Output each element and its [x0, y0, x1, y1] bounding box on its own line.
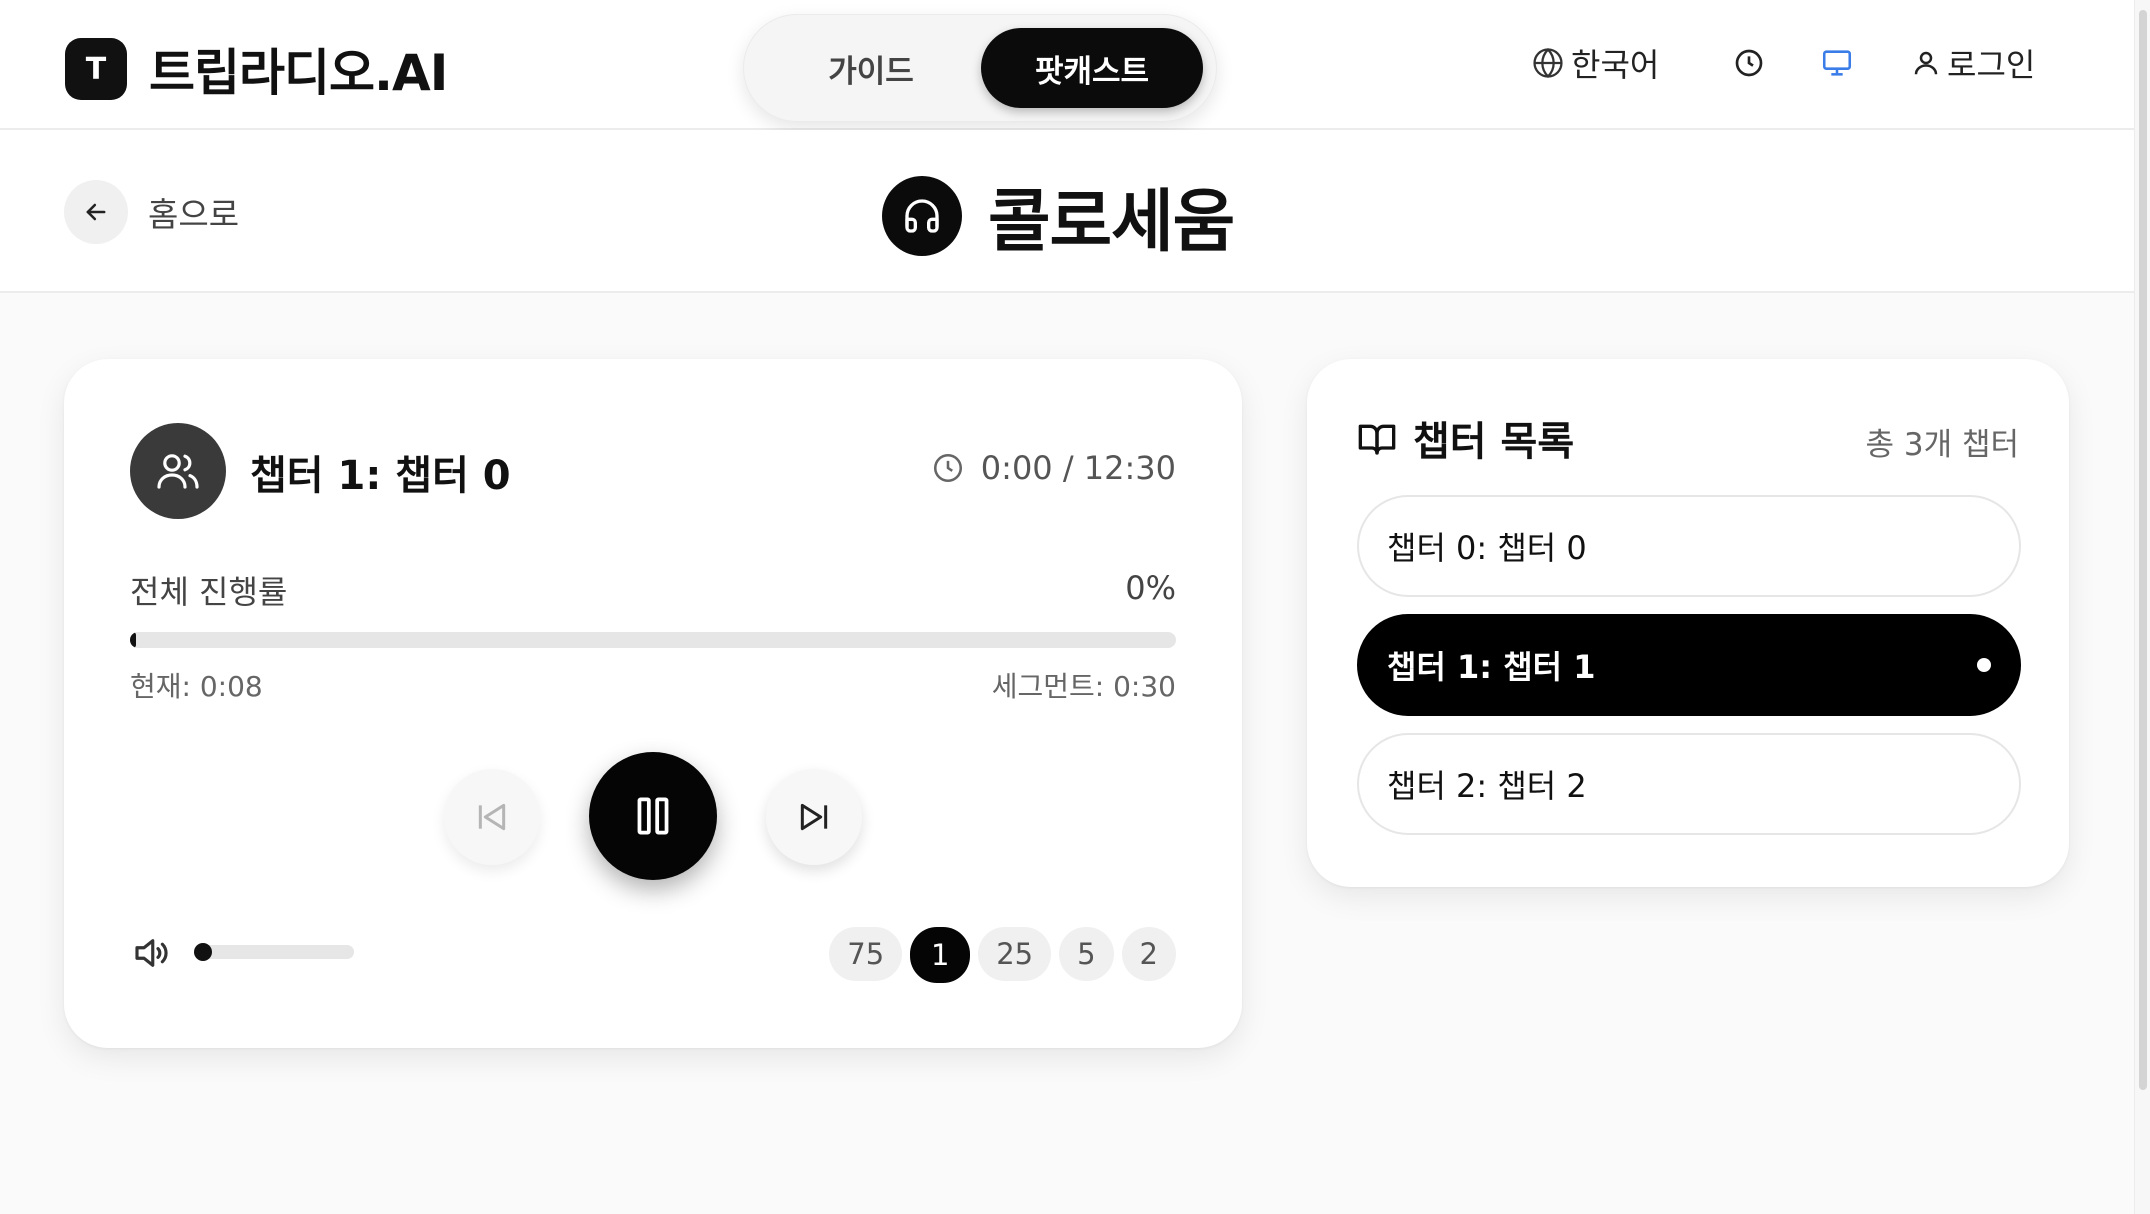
back-button-circle: [64, 180, 128, 244]
arrow-left-icon: [82, 198, 110, 226]
chapter-count: 총 3개 챕터: [1865, 427, 2019, 463]
time-readout: 0:00 / 12:30: [931, 449, 1176, 487]
top-navigation-bar: T 트립라디오.AI 가이드 팟캐스트 한국어 로그인: [0, 0, 2150, 130]
language-label: 한국어: [1571, 46, 1660, 84]
users-icon: [154, 447, 202, 495]
chapter-item[interactable]: 챕터 2: 챕터 2: [1357, 733, 2021, 835]
back-home-label: 홈으로: [148, 195, 240, 234]
playback-speed-options: 75 1 25 5 2: [829, 927, 1176, 983]
now-playing-title: 챕터 1: 챕터 0: [250, 453, 511, 499]
speaker-avatar: [130, 423, 226, 519]
chapter-list-header: 챕터 목록: [1357, 409, 1574, 467]
brand-name: 트립라디오.AI: [149, 44, 448, 102]
display-mode-button[interactable]: [1820, 38, 1854, 88]
pause-icon: [628, 791, 678, 841]
skip-forward-icon: [794, 797, 834, 837]
language-selector[interactable]: 한국어: [1531, 38, 1659, 88]
login-button[interactable]: 로그인: [1911, 38, 2035, 88]
chapter-list: 챕터 0: 챕터 0 챕터 1: 챕터 1 챕터 2: 챕터 2: [1357, 495, 2021, 852]
mode-tab-switcher: 가이드 팟캐스트: [743, 14, 1217, 122]
history-button[interactable]: [1733, 38, 1765, 88]
speed-option[interactable]: 75: [829, 927, 903, 981]
tab-guide[interactable]: 가이드: [771, 28, 971, 108]
speed-option[interactable]: 5: [1059, 927, 1114, 981]
page-title: 콜로세움: [988, 183, 1235, 262]
headphones-icon: [902, 196, 942, 236]
page-header: 홈으로 콜로세움: [0, 130, 2150, 293]
monitor-icon: [1820, 46, 1854, 80]
overall-progress-bar[interactable]: [130, 632, 1176, 648]
overall-progress-label: 전체 진행률: [130, 573, 288, 611]
overall-progress-percent: 0%: [1125, 569, 1176, 607]
brand-mark: T: [65, 38, 127, 100]
now-playing-indicator: [1977, 658, 1991, 672]
chapter-item[interactable]: 챕터 0: 챕터 0: [1357, 495, 2021, 597]
skip-back-icon: [472, 797, 512, 837]
overall-progress-fill: [130, 632, 136, 648]
chapter-item-label: 챕터 2: 챕터 2: [1387, 767, 1587, 805]
back-home-button[interactable]: 홈으로: [64, 180, 239, 244]
clock-icon: [1733, 47, 1765, 79]
next-button[interactable]: [766, 769, 862, 865]
current-position: 현재: 0:08: [130, 670, 263, 703]
speed-option[interactable]: 25: [978, 927, 1052, 981]
time-text: 0:00 / 12:30: [980, 449, 1176, 487]
brand-logo[interactable]: T 트립라디오.AI: [65, 33, 448, 105]
book-open-icon: [1357, 418, 1397, 458]
tab-podcast[interactable]: 팟캐스트: [981, 28, 1203, 108]
speed-option[interactable]: 1: [910, 927, 971, 983]
chapter-item[interactable]: 챕터 1: 챕터 1: [1357, 614, 2021, 716]
volume-slider[interactable]: [194, 943, 354, 961]
scrollbar-thumb[interactable]: [2139, 10, 2147, 1090]
page-title-group: 콜로세움: [882, 166, 1235, 265]
segment-length: 세그먼트: 0:30: [991, 670, 1176, 703]
user-icon: [1911, 48, 1941, 78]
page-scrollbar[interactable]: [2134, 0, 2150, 1214]
volume-icon[interactable]: [130, 932, 172, 974]
previous-button[interactable]: [444, 769, 540, 865]
headphones-badge: [882, 175, 962, 256]
volume-handle[interactable]: [194, 943, 212, 961]
chapter-item-label: 챕터 1: 챕터 1: [1387, 648, 1596, 686]
play-pause-button[interactable]: [589, 752, 717, 880]
chapter-list-card: 챕터 목록 총 3개 챕터 챕터 0: 챕터 0 챕터 1: 챕터 1 챕터 2: …: [1307, 359, 2069, 887]
clock-icon: [931, 451, 965, 485]
globe-icon: [1531, 46, 1565, 80]
audio-player-card: 챕터 1: 챕터 0 0:00 / 12:30 전체 진행률 0% 현재: 0:…: [64, 359, 1242, 1048]
chapter-list-title: 챕터 목록: [1413, 419, 1575, 465]
login-label: 로그인: [1947, 46, 2036, 84]
chapter-item-label: 챕터 0: 챕터 0: [1387, 529, 1587, 567]
speed-option[interactable]: 2: [1121, 927, 1176, 981]
